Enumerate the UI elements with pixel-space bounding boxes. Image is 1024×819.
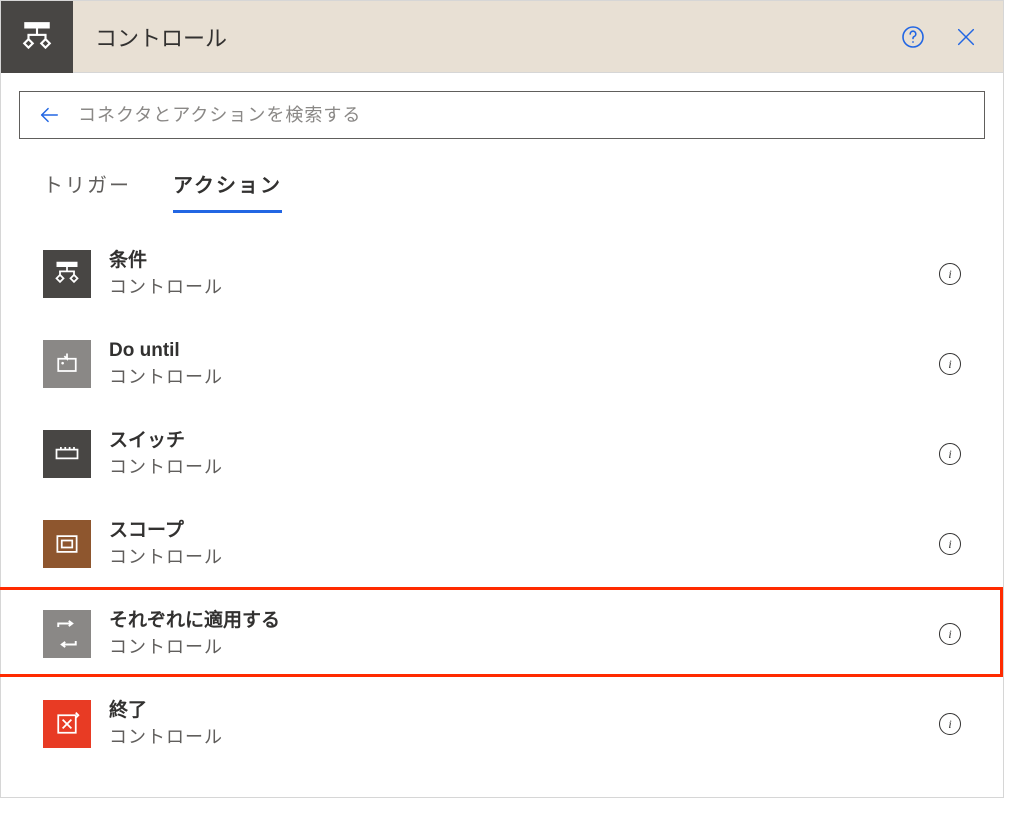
action-item[interactable]: それぞれに適用する コントロール i — [19, 589, 985, 679]
condition-icon — [43, 250, 91, 298]
back-arrow-icon[interactable] — [20, 104, 78, 126]
action-subtitle: コントロール — [109, 455, 939, 480]
tab-actions[interactable]: アクション — [173, 169, 282, 213]
action-title: スイッチ — [109, 428, 939, 455]
action-text: スコープ コントロール — [91, 518, 939, 570]
search-input[interactable] — [78, 92, 984, 138]
action-text: 条件 コントロール — [91, 248, 939, 300]
action-title: それぞれに適用する — [109, 608, 939, 635]
action-item[interactable]: Do until コントロール i — [19, 319, 985, 409]
info-icon[interactable]: i — [939, 533, 961, 555]
action-subtitle: コントロール — [109, 545, 939, 570]
panel-title: コントロール — [73, 21, 901, 53]
action-subtitle: コントロール — [109, 365, 939, 390]
action-text: 終了 コントロール — [91, 698, 939, 750]
tab-triggers[interactable]: トリガー — [43, 169, 131, 213]
info-icon[interactable]: i — [939, 443, 961, 465]
action-item[interactable]: スイッチ コントロール i — [19, 409, 985, 499]
search-box — [19, 91, 985, 139]
action-title: 終了 — [109, 698, 939, 725]
info-icon[interactable]: i — [939, 623, 961, 645]
panel-header: コントロール — [1, 1, 1003, 73]
scope-icon — [43, 520, 91, 568]
action-subtitle: コントロール — [109, 635, 939, 660]
panel-body: トリガー アクション 条件 コントロール i Do until コントロール i… — [1, 73, 1003, 797]
action-item[interactable]: 終了 コントロール i — [19, 679, 985, 769]
action-subtitle: コントロール — [109, 275, 939, 300]
switch-icon — [43, 430, 91, 478]
tab-bar: トリガー アクション — [19, 139, 985, 213]
info-icon[interactable]: i — [939, 263, 961, 285]
action-text: それぞれに適用する コントロール — [91, 608, 939, 660]
action-title: 条件 — [109, 248, 939, 275]
control-connector-icon — [1, 1, 73, 73]
action-title: スコープ — [109, 518, 939, 545]
action-item[interactable]: スコープ コントロール i — [19, 499, 985, 589]
header-actions — [901, 25, 1003, 49]
action-item[interactable]: 条件 コントロール i — [19, 229, 985, 319]
info-icon[interactable]: i — [939, 353, 961, 375]
action-list: 条件 コントロール i Do until コントロール i スイッチ コントロー… — [19, 213, 985, 779]
apply-each-icon — [43, 610, 91, 658]
action-subtitle: コントロール — [109, 725, 939, 750]
do-until-icon — [43, 340, 91, 388]
close-icon[interactable] — [955, 26, 977, 48]
terminate-icon — [43, 700, 91, 748]
action-title: Do until — [109, 338, 939, 365]
control-panel: コントロール — [0, 0, 1004, 798]
info-icon[interactable]: i — [939, 713, 961, 735]
help-icon[interactable] — [901, 25, 925, 49]
action-text: Do until コントロール — [91, 338, 939, 390]
action-text: スイッチ コントロール — [91, 428, 939, 480]
